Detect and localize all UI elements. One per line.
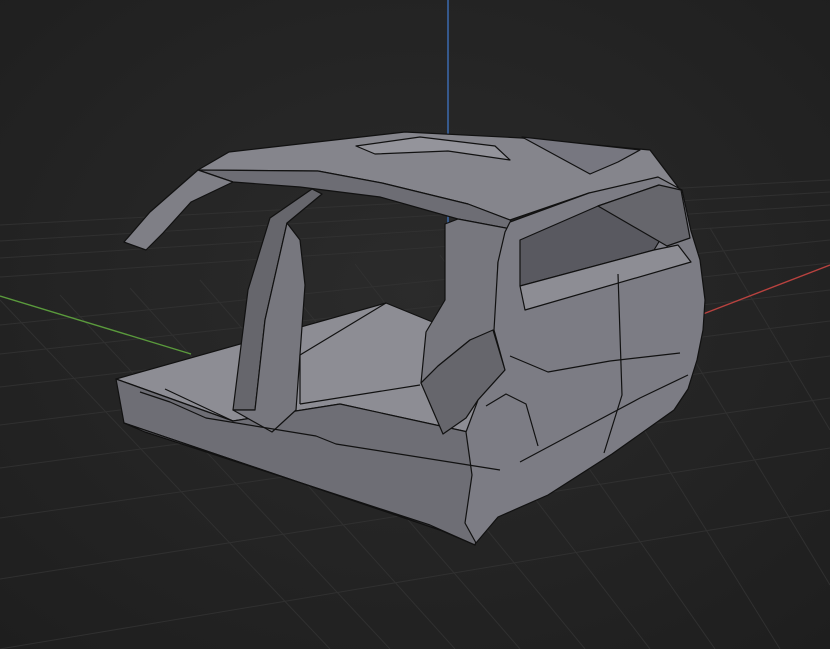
viewport-canvas[interactable] (0, 0, 830, 649)
3d-viewport[interactable] (0, 0, 830, 649)
